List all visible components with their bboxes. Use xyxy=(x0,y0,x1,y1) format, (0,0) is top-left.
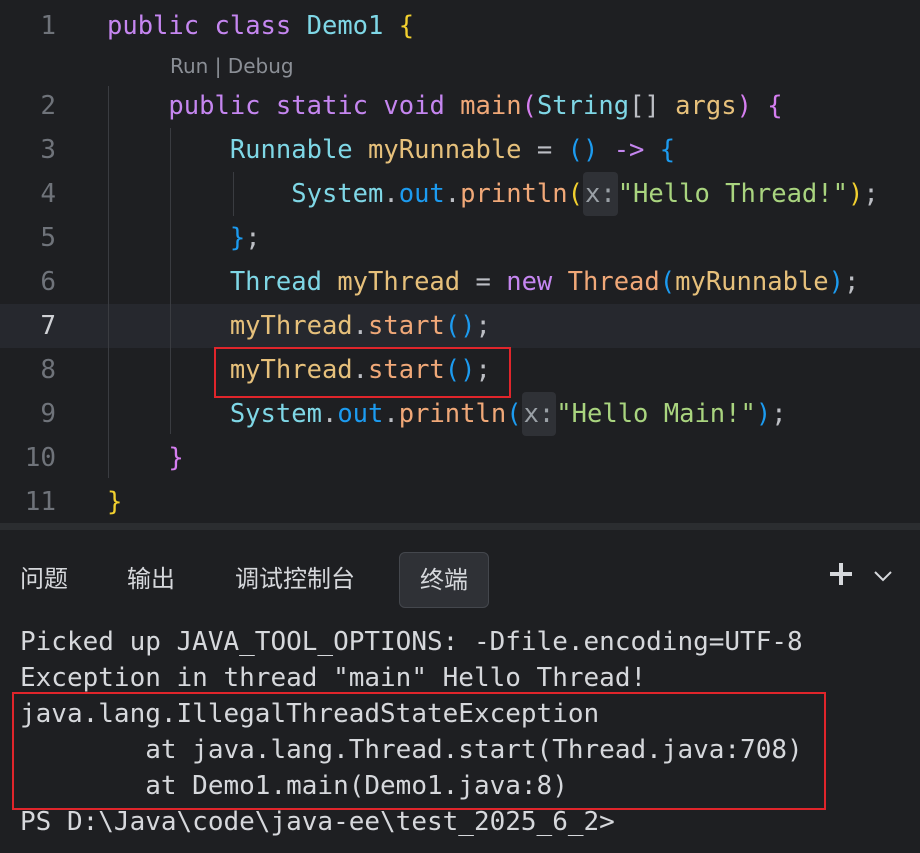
code-text[interactable]: System.out.println(x:"Hello Main!"); xyxy=(107,392,787,436)
code-line-11[interactable]: 11 } xyxy=(0,480,920,524)
code-line-5[interactable]: 5 }; xyxy=(0,216,920,260)
panel-divider[interactable] xyxy=(0,523,920,530)
code-line-7[interactable]: 7 myThread.start(); xyxy=(0,304,920,348)
code-line-10[interactable]: 10 } xyxy=(0,436,920,480)
code-text[interactable]: System.out.println(x:"Hello Thread!"); xyxy=(107,172,879,216)
code-text[interactable]: Thread myThread = new Thread(myRunnable)… xyxy=(107,260,860,304)
line-number: 6 xyxy=(40,267,56,297)
code-line-1[interactable]: 1 public class Demo1 { xyxy=(0,4,920,48)
run-debug-codelens[interactable]: Run | Debug xyxy=(170,52,294,80)
line-number: 5 xyxy=(40,223,56,253)
indent-guide xyxy=(233,172,234,216)
line-number: 9 xyxy=(40,399,56,429)
line-number: 3 xyxy=(40,135,56,165)
tab-output[interactable]: 输出 xyxy=(127,552,175,606)
highlight-box xyxy=(12,692,826,810)
plus-icon[interactable] xyxy=(828,560,854,596)
line-number: 2 xyxy=(40,91,56,121)
code-text[interactable]: myThread.start(); xyxy=(107,304,491,348)
code-text[interactable]: }; xyxy=(107,216,261,260)
line-number: 7 xyxy=(40,311,56,341)
code-text[interactable]: } xyxy=(107,436,183,480)
indent-guide xyxy=(170,128,171,434)
parameter-hint: x: xyxy=(582,172,618,216)
chevron-down-icon[interactable] xyxy=(872,560,894,596)
code-text[interactable]: public static void main(String[] args) { xyxy=(107,84,782,128)
code-text[interactable]: public class Demo1 { xyxy=(107,4,414,48)
line-number: 8 xyxy=(40,355,56,385)
line-number: 11 xyxy=(24,487,56,517)
code-line-4[interactable]: 4 System.out.println(x:"Hello Thread!"); xyxy=(0,172,920,216)
code-text[interactable]: } xyxy=(107,480,122,524)
code-line-3[interactable]: 3 Runnable myRunnable = () -> { xyxy=(0,128,920,172)
tab-terminal[interactable]: 终端 xyxy=(399,552,489,608)
code-line-9[interactable]: 9 System.out.println(x:"Hello Main!"); xyxy=(0,392,920,436)
code-line-6[interactable]: 6 Thread myThread = new Thread(myRunnabl… xyxy=(0,260,920,304)
tab-problems[interactable]: 问题 xyxy=(20,552,68,606)
terminal-line: Picked up JAVA_TOOL_OPTIONS: -Dfile.enco… xyxy=(20,627,803,657)
code-editor[interactable]: 1 public class Demo1 { Run | Debug 2 pub… xyxy=(0,0,920,523)
bottom-panel: 问题 输出 调试控制台 终端 Picked up JAVA_TOOL_OPTIO… xyxy=(0,530,920,853)
line-number: 1 xyxy=(40,11,56,41)
line-number: 4 xyxy=(40,179,56,209)
terminal-line: Exception in thread "main" Hello Thread! xyxy=(20,663,647,693)
line-number: 10 xyxy=(24,443,56,473)
indent-guide xyxy=(108,86,109,478)
code-line-2[interactable]: 2 public static void main(String[] args)… xyxy=(0,84,920,128)
code-text[interactable]: Runnable myRunnable = () -> { xyxy=(107,128,675,172)
parameter-hint: x: xyxy=(521,392,557,436)
tab-debug-console[interactable]: 调试控制台 xyxy=(235,552,355,606)
highlight-box xyxy=(214,347,511,398)
